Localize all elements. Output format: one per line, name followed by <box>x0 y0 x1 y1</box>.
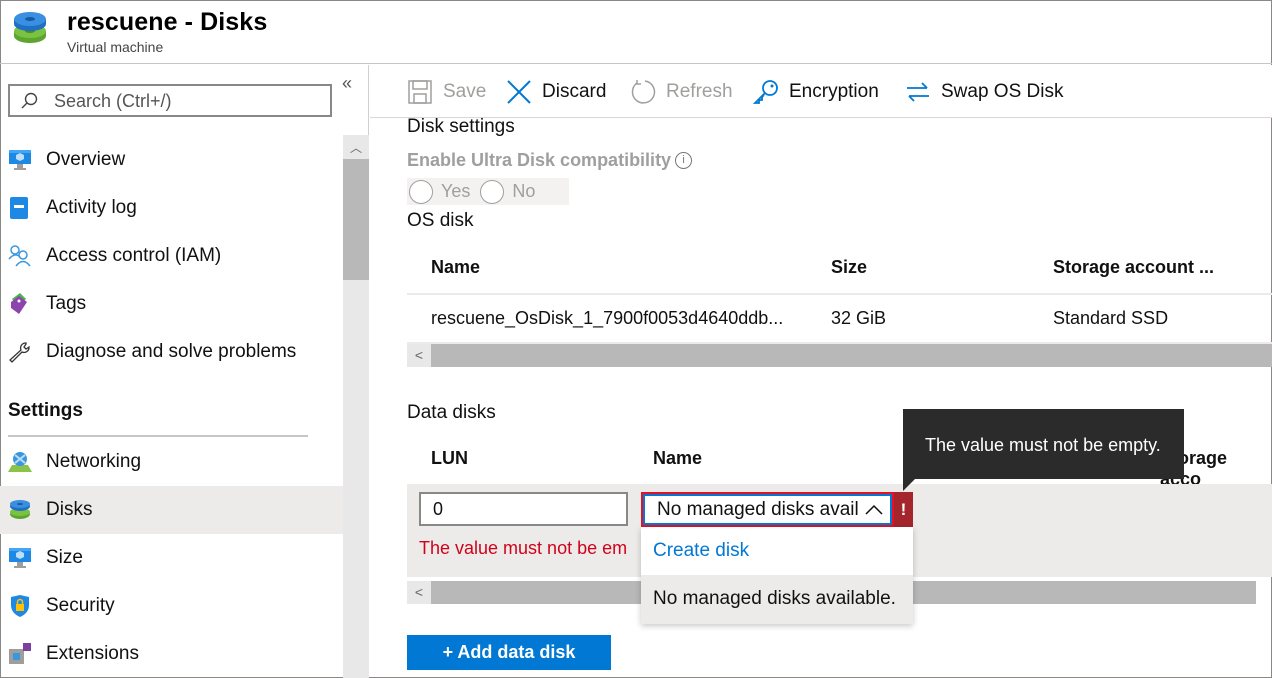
sidebar-item-access-control[interactable]: Access control (IAM) <box>0 232 343 280</box>
lun-input[interactable] <box>419 492 628 526</box>
disks-logo-icon <box>14 12 46 43</box>
sidebar-item-label: Activity log <box>46 197 137 218</box>
sidebar-item-tags[interactable]: Tags <box>0 280 343 328</box>
ultra-disk-radio-group: Yes No <box>407 178 569 205</box>
os-col-storage: Storage account ... <box>1053 257 1215 277</box>
section-divider <box>8 435 308 437</box>
swap-os-disk-label: Swap OS Disk <box>941 81 1064 102</box>
table-header-divider <box>407 293 1272 295</box>
encryption-button[interactable]: Encryption <box>753 79 879 105</box>
refresh-button[interactable]: Refresh <box>630 79 733 105</box>
disk-name-combobox[interactable]: No managed disks avail <box>641 492 894 527</box>
shield-lock-icon <box>11 595 29 617</box>
error-badge[interactable]: ! <box>894 492 913 527</box>
sidebar-item-activity-log[interactable]: Activity log <box>0 184 343 232</box>
sidebar-item-extensions[interactable]: Extensions <box>0 630 343 678</box>
os-col-size: Size <box>831 257 868 277</box>
add-data-disk-button[interactable]: + Add data disk <box>407 635 611 670</box>
os-disk-storage: Standard SSD <box>1053 308 1169 328</box>
tooltip-arrow <box>903 479 915 491</box>
sidebar-item-overview[interactable]: Overview <box>0 136 343 184</box>
sidebar-item-diagnose[interactable]: Diagnose and solve problems <box>0 328 343 376</box>
search-icon <box>21 92 38 109</box>
radio-circle <box>409 179 433 204</box>
sidebar-item-label: Diagnose and solve problems <box>46 341 297 362</box>
discard-label: Discard <box>542 81 607 102</box>
sidebar: « ︿ Overview Activity log Access control <box>0 65 369 678</box>
radio-no-label: No <box>512 181 536 201</box>
tag-icon <box>11 293 27 314</box>
sidebar-item-label: Extensions <box>46 643 139 664</box>
sidebar-item-label: Security <box>46 595 115 616</box>
sidebar-item-label: Networking <box>46 451 142 472</box>
ultra-disk-label-text: Enable Ultra Disk compatibility <box>407 150 672 170</box>
scroll-up-button[interactable]: ︿ <box>343 135 369 157</box>
radio-yes-label: Yes <box>441 181 471 201</box>
error-tooltip: The value must not be empty. <box>903 409 1184 479</box>
monitor-icon <box>9 548 31 568</box>
os-disk-size: 32 GiB <box>831 308 887 328</box>
close-icon <box>507 80 531 104</box>
sidebar-item-disks[interactable]: Disks <box>0 486 343 534</box>
data-col-lun: LUN <box>431 448 468 468</box>
sidebar-item-label: Size <box>46 547 83 568</box>
disks-icon <box>10 500 30 519</box>
data-col-name: Name <box>653 448 703 468</box>
os-table-hscrollbar[interactable]: < <box>407 344 1272 367</box>
combobox-focus-ring: No managed disks avail <box>643 494 892 525</box>
scroll-left-button[interactable]: < <box>407 344 431 367</box>
wrench-icon <box>9 342 30 363</box>
sidebar-search[interactable] <box>8 84 332 117</box>
sidebar-scrollbar[interactable]: ︿ <box>343 135 369 678</box>
swap-os-disk-button[interactable]: Swap OS Disk <box>905 79 1063 105</box>
sidebar-item-networking[interactable]: Networking <box>0 438 343 486</box>
save-label: Save <box>443 81 487 102</box>
encryption-label: Encryption <box>789 81 879 102</box>
sidebar-item-label: Disks <box>46 499 93 520</box>
info-icon[interactable]: i <box>675 152 693 169</box>
scroll-thumb[interactable] <box>343 159 369 280</box>
data-disks-title: Data disks <box>407 402 496 423</box>
swap-icon <box>907 82 929 102</box>
disk-settings-title: Disk settings <box>407 116 515 137</box>
sidebar-item-security[interactable]: Security <box>0 582 343 630</box>
radio-circle <box>480 179 505 204</box>
os-disk-title: OS disk <box>407 210 474 231</box>
radio-yes[interactable]: Yes <box>409 179 471 204</box>
networking-icon <box>8 452 32 472</box>
create-disk-option[interactable]: Create disk <box>641 527 913 575</box>
discard-button[interactable]: Discard <box>506 79 606 105</box>
key-icon <box>753 80 778 104</box>
disk-name-dropdown: Create disk No managed disks available. <box>641 527 913 624</box>
combobox-value: No managed disks avail <box>657 499 859 520</box>
os-col-name: Name <box>431 257 481 277</box>
sidebar-item-label: Access control (IAM) <box>46 245 222 266</box>
sidebar-item-size[interactable]: Size <box>0 534 343 582</box>
main-content: Save Discard Refresh Encryption Swap OS … <box>370 65 1272 678</box>
people-icon <box>8 245 31 267</box>
command-bar: Save Discard Refresh Encryption Swap OS … <box>370 65 1272 118</box>
ultra-disk-label: Enable Ultra Disk compatibility i <box>407 150 693 171</box>
scroll-left-button[interactable]: < <box>407 581 431 604</box>
monitor-icon <box>9 150 31 170</box>
collapse-sidebar-button[interactable]: « <box>342 73 352 94</box>
page-header: rescuene - Disks Virtual machine <box>0 0 1272 64</box>
sidebar-item-label: Overview <box>46 149 126 170</box>
refresh-icon <box>631 80 656 104</box>
no-disks-option[interactable]: No managed disks available. <box>641 575 913 624</box>
sidebar-item-label: Tags <box>46 293 87 314</box>
radio-no[interactable]: No <box>480 179 536 204</box>
save-icon <box>408 80 432 104</box>
page-title: rescuene - Disks <box>67 8 268 36</box>
page-subtitle: Virtual machine <box>67 39 164 55</box>
save-button[interactable]: Save <box>407 79 486 105</box>
search-input[interactable] <box>54 90 314 112</box>
chevron-up-icon[interactable] <box>864 502 884 516</box>
validation-error-text: The value must not be em <box>419 538 628 558</box>
activity-log-icon <box>10 197 28 219</box>
settings-section-title: Settings <box>8 400 83 421</box>
refresh-label: Refresh <box>666 81 733 102</box>
os-disk-name-link[interactable]: rescuene_OsDisk_1_7900f0053d4640ddb... <box>431 308 783 329</box>
extensions-icon <box>9 643 31 664</box>
